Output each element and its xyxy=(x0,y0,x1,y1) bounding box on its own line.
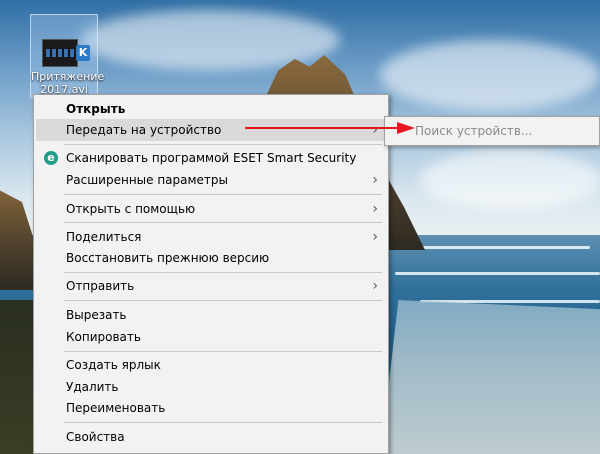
menu-item-label: Сканировать программой ESET Smart Securi… xyxy=(66,151,357,165)
context-menu: Открыть Передать на устройство › e Скани… xyxy=(33,94,389,454)
menu-item-label: Вырезать xyxy=(66,308,127,322)
menu-item-delete[interactable]: Удалить xyxy=(36,376,386,398)
wallpaper-cloud xyxy=(80,10,340,70)
menu-separator xyxy=(64,422,382,423)
kmplayer-badge-icon: K xyxy=(76,45,90,61)
menu-separator xyxy=(64,351,382,352)
menu-item-restore-previous[interactable]: Восстановить прежнюю версию xyxy=(36,247,386,269)
video-file-icon xyxy=(42,39,78,67)
wallpaper-beach xyxy=(380,300,600,454)
menu-item-cut[interactable]: Вырезать xyxy=(36,304,386,326)
menu-separator xyxy=(64,300,382,301)
desktop-file-label: Притяжение 2017.avi xyxy=(31,70,105,96)
wallpaper-cloud xyxy=(420,150,600,210)
annotation-arrow-icon xyxy=(245,122,415,134)
wallpaper-foam xyxy=(400,246,590,249)
chevron-right-icon: › xyxy=(372,229,378,245)
menu-item-label: Создать ярлык xyxy=(66,358,161,372)
cast-to-device-submenu: Поиск устройств... xyxy=(384,116,600,146)
menu-item-open-with[interactable]: Открыть с помощью › xyxy=(36,198,386,220)
menu-item-create-shortcut[interactable]: Создать ярлык xyxy=(36,354,386,376)
menu-item-label: Расширенные параметры xyxy=(66,173,229,187)
menu-separator xyxy=(64,272,382,273)
menu-item-share[interactable]: Поделиться › xyxy=(36,226,386,248)
desktop-file-icon[interactable]: K Притяжение 2017.avi xyxy=(30,14,105,98)
chevron-right-icon: › xyxy=(372,172,378,188)
menu-item-send-to[interactable]: Отправить › xyxy=(36,275,386,297)
menu-item-label: Копировать xyxy=(66,330,141,344)
menu-item-copy[interactable]: Копировать xyxy=(36,326,386,348)
menu-item-properties[interactable]: Свойства xyxy=(36,426,386,448)
menu-item-rename[interactable]: Переименовать xyxy=(36,397,386,419)
menu-separator xyxy=(64,222,382,223)
menu-item-eset-scan[interactable]: e Сканировать программой ESET Smart Secu… xyxy=(36,147,386,169)
wallpaper-foam xyxy=(395,272,600,275)
wallpaper-cloud xyxy=(380,40,600,110)
menu-item-label: Свойства xyxy=(66,430,125,444)
menu-item-label: Отправить xyxy=(66,279,135,293)
menu-item-label: Открыть xyxy=(66,102,126,116)
menu-item-label: Восстановить прежнюю версию xyxy=(66,251,270,265)
menu-item-label: Поделиться xyxy=(66,230,142,244)
chevron-right-icon: › xyxy=(372,278,378,294)
menu-item-label: Переименовать xyxy=(66,401,166,415)
chevron-right-icon: › xyxy=(372,201,378,217)
menu-item-label: Удалить xyxy=(66,380,119,394)
menu-separator xyxy=(64,194,382,195)
menu-separator xyxy=(64,144,382,145)
menu-item-advanced-options[interactable]: Расширенные параметры › xyxy=(36,169,386,191)
submenu-item-searching-devices: Поиск устройств... xyxy=(415,124,533,138)
eset-icon: e xyxy=(44,151,58,165)
menu-item-open[interactable]: Открыть xyxy=(36,98,386,120)
menu-item-label: Открыть с помощью xyxy=(66,202,196,216)
menu-item-label: Передать на устройство xyxy=(66,123,222,137)
